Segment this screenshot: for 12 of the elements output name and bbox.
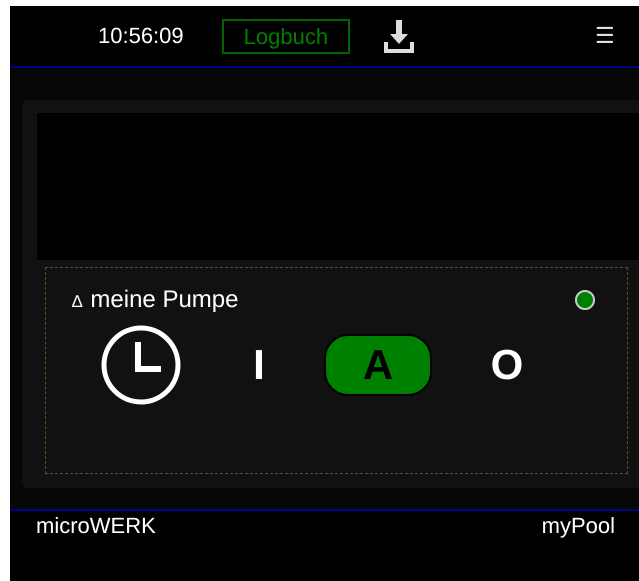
logbook-button[interactable]: Logbuch xyxy=(222,18,350,54)
mode-button[interactable]: I xyxy=(244,334,274,396)
device-name: meine Pumpe xyxy=(90,286,238,314)
triangle-icon: ∆ xyxy=(72,292,82,312)
mode-button[interactable]: A xyxy=(324,334,432,396)
timer-mode-button[interactable] xyxy=(100,324,182,406)
brand-label: microWERK xyxy=(36,513,156,540)
app-name: myPool xyxy=(542,513,615,540)
download-icon[interactable] xyxy=(384,18,414,54)
menu-button[interactable]: ☰ xyxy=(595,23,615,49)
mode-button[interactable]: O xyxy=(472,334,542,396)
clock-time: 10:56:09 xyxy=(98,23,184,49)
